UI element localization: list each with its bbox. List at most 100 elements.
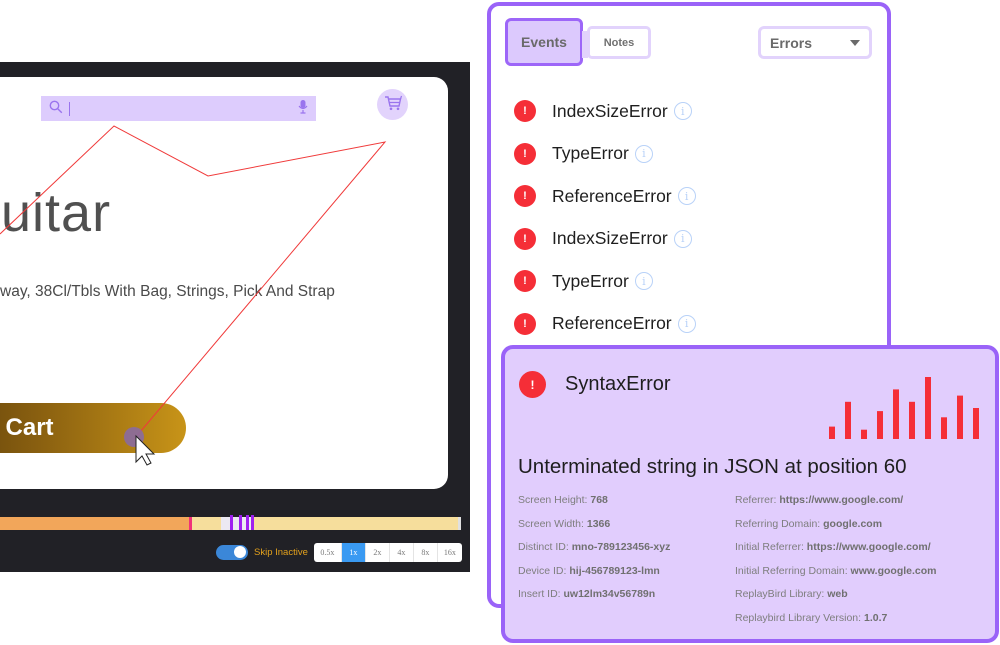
property-label: Referrer: <box>735 494 780 506</box>
list-item[interactable]: ! TypeError i <box>514 260 696 303</box>
tab-notes[interactable]: Notes <box>582 26 651 59</box>
sparkline-bar <box>941 417 947 439</box>
timeline-playhead[interactable] <box>188 517 192 530</box>
property-label: Initial Referrer: <box>735 541 807 554</box>
property-screen-width: Screen Width: 1366 <box>518 518 670 542</box>
error-icon: ! <box>514 100 536 123</box>
list-item[interactable]: ! TypeError i <box>514 133 696 176</box>
replay-timeline[interactable] <box>0 515 461 530</box>
speed-2x-button[interactable]: 2x <box>366 542 390 562</box>
shopping-cart-icon <box>384 95 402 115</box>
search-bar[interactable] <box>41 96 316 121</box>
property-label: ReplayBird Library: <box>735 588 828 601</box>
info-icon[interactable]: i <box>673 102 692 121</box>
event-list: ! IndexSizeError i ! TypeError i ! Refer… <box>514 90 696 345</box>
property-initial-referrer: Initial Referrer: https://www.google.com… <box>735 541 937 565</box>
microphone-icon[interactable] <box>298 99 308 118</box>
skip-inactive-label: Skip Inactive <box>254 546 308 558</box>
speed-4x-button[interactable]: 4x <box>390 542 414 562</box>
property-label: Referring Domain: <box>735 517 824 530</box>
cart-button[interactable] <box>377 89 408 120</box>
add-to-cart-button[interactable]: d To Cart <box>0 403 186 453</box>
speed-16x-button[interactable]: 16x <box>438 543 462 562</box>
event-name: IndexSizeError <box>552 100 668 121</box>
sparkline-bar <box>973 408 979 439</box>
error-icon: ! <box>514 142 536 165</box>
search-input[interactable] <box>70 98 298 119</box>
property-value: 768 <box>590 494 608 506</box>
list-item[interactable]: ! IndexSizeError i <box>514 90 696 133</box>
info-icon[interactable]: i <box>677 187 696 206</box>
event-name: TypeError <box>552 270 629 291</box>
event-type-filter[interactable]: Errors <box>758 26 872 59</box>
info-icon[interactable]: i <box>673 229 692 248</box>
timeline-played-segment <box>0 517 189 530</box>
property-value: uw12lm34v56789n <box>563 588 656 601</box>
sparkline-bar <box>877 411 883 439</box>
property-device-id: Device ID: hij-456789123-lmn <box>518 565 670 589</box>
error-frequency-sparkline <box>829 377 979 439</box>
event-name: IndexSizeError <box>552 228 668 249</box>
skip-inactive-toggle[interactable] <box>216 544 248 560</box>
sparkline-bar <box>861 429 867 439</box>
property-value: https://www.google.com/ <box>779 494 904 506</box>
error-message: Unterminated string in JSON at position … <box>518 455 907 478</box>
timeline-event-marker[interactable] <box>250 515 254 530</box>
product-title: Guitar <box>0 183 112 243</box>
sparkline-bar <box>909 401 915 439</box>
product-description: way, 38Cl/Tbls With Bag, Strings, Pick A… <box>0 283 335 300</box>
timeline-end-marker <box>458 517 461 530</box>
sparkline-bar <box>845 401 851 439</box>
property-label: Distinct ID: <box>518 541 572 554</box>
info-icon[interactable]: i <box>677 314 696 333</box>
property-referrer: Referrer: https://www.google.com/ <box>735 494 937 518</box>
property-screen-height: Screen Height: 768 <box>518 494 670 518</box>
info-icon[interactable]: i <box>634 144 653 163</box>
sparkline-bar <box>925 377 931 439</box>
replayed-page: Guitar way, 38Cl/Tbls With Bag, Strings,… <box>0 77 448 489</box>
error-icon: ! <box>514 312 536 335</box>
list-item[interactable]: ! ReferenceError i <box>514 175 696 218</box>
timeline-event-marker[interactable] <box>230 515 233 530</box>
property-referring-domain: Referring Domain: google.com <box>735 518 937 542</box>
sparkline-bar <box>893 389 899 439</box>
event-name: ReferenceError <box>552 313 672 334</box>
playback-controls: Skip Inactive 0.5x 1x 2x 4x 8x 16x <box>216 542 462 562</box>
add-to-cart-label: d To Cart <box>0 414 54 441</box>
error-icon: ! <box>514 270 536 293</box>
properties-left: Screen Height: 768 Screen Width: 1366 Di… <box>518 494 670 612</box>
event-name: ReferenceError <box>552 185 672 206</box>
property-value: www.google.com <box>850 564 937 577</box>
property-label: Initial Referring Domain: <box>735 564 851 577</box>
property-label: Device ID: <box>518 564 570 577</box>
timeline-event-marker[interactable] <box>239 515 243 530</box>
event-name: TypeError <box>552 143 629 164</box>
chevron-down-icon <box>850 39 860 46</box>
filter-selected-value: Errors <box>770 34 813 51</box>
property-value: 1366 <box>586 517 611 530</box>
property-value: web <box>827 588 848 601</box>
timeline-event-marker[interactable] <box>246 515 250 530</box>
list-item[interactable]: ! ReferenceError i <box>514 303 696 346</box>
speed-8x-button[interactable]: 8x <box>414 542 438 562</box>
sparkline-bar <box>957 395 963 439</box>
error-icon: ! <box>514 185 536 208</box>
property-value: https://www.google.com/ <box>806 541 931 554</box>
property-library-version: Replaybird Library Version: 1.0.7 <box>735 612 937 636</box>
property-label: Screen Height: <box>518 494 591 506</box>
property-distinct-id: Distinct ID: mno-789123456-xyz <box>518 541 670 565</box>
property-initial-referring-domain: Initial Referring Domain: www.google.com <box>735 565 937 589</box>
error-icon: ! <box>519 371 546 398</box>
error-detail-card: ! SyntaxError Unterminated string in JSO… <box>501 345 999 643</box>
speed-1x-button[interactable]: 1x <box>341 542 366 562</box>
session-replay-player: Guitar way, 38Cl/Tbls With Bag, Strings,… <box>0 62 470 572</box>
properties-right: Referrer: https://www.google.com/ Referr… <box>735 494 937 636</box>
speed-0.5x-button[interactable]: 0.5x <box>314 542 342 562</box>
list-item[interactable]: ! IndexSizeError i <box>514 218 696 261</box>
toggle-knob <box>234 546 246 558</box>
error-header: ! SyntaxError <box>519 371 671 398</box>
property-label: Replaybird Library Version: <box>735 611 864 624</box>
property-label: Insert ID: <box>518 588 564 601</box>
tab-events[interactable]: Events <box>505 18 583 66</box>
info-icon[interactable]: i <box>634 272 653 291</box>
